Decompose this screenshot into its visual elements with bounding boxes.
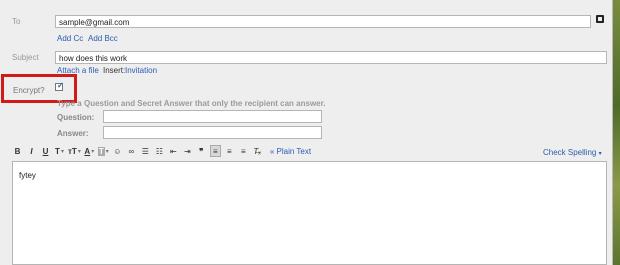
remove-formatting-icon[interactable]: T̶ₓ bbox=[252, 145, 263, 157]
message-body-text: fytey bbox=[19, 171, 36, 180]
encrypt-checkbox[interactable]: ✓ bbox=[55, 81, 64, 91]
encrypt-instruction: Type a Question and Secret Answer that o… bbox=[57, 99, 326, 108]
chevron-down-icon: ▾ bbox=[105, 148, 109, 155]
add-bcc-link[interactable]: Add Bcc bbox=[88, 34, 118, 43]
compose-panel: To sample@gmail.com Add Cc Add Bcc Subje… bbox=[0, 0, 613, 265]
bulleted-list-icon[interactable]: ☷ bbox=[154, 145, 165, 157]
answer-label: Answer: bbox=[57, 129, 89, 138]
emoticon-icon[interactable]: ☺ bbox=[112, 145, 123, 157]
plain-text-link[interactable]: « Plain Text bbox=[270, 147, 311, 156]
quote-icon[interactable]: ❞ bbox=[196, 145, 207, 157]
indent-icon[interactable]: ⇥ bbox=[182, 145, 193, 157]
check-spelling-label: Check Spelling bbox=[543, 148, 597, 157]
align-center-icon[interactable]: ≡ bbox=[224, 145, 235, 157]
to-field[interactable]: sample@gmail.com bbox=[55, 15, 591, 28]
font-size-label: тT bbox=[68, 146, 77, 156]
message-body-editor[interactable]: fytey bbox=[12, 161, 607, 265]
invitation-link[interactable]: Invitation bbox=[125, 66, 157, 75]
bold-button[interactable]: B bbox=[12, 145, 23, 157]
font-button[interactable]: T ▾ bbox=[54, 145, 65, 157]
answer-input[interactable] bbox=[103, 126, 322, 139]
italic-button[interactable]: I bbox=[26, 145, 37, 157]
chevron-down-icon: ▾ bbox=[598, 151, 602, 157]
chevron-down-icon: ▾ bbox=[77, 148, 81, 155]
checkmark-icon: ✓ bbox=[57, 81, 64, 90]
contacts-icon[interactable] bbox=[596, 15, 604, 23]
outdent-icon[interactable]: ⇤ bbox=[168, 145, 179, 157]
font-label: T bbox=[55, 146, 60, 156]
highlight-label: T bbox=[97, 146, 105, 156]
chevron-down-icon: ▾ bbox=[91, 148, 95, 155]
insert-label: Insert: bbox=[103, 66, 126, 75]
text-color-button[interactable]: A ▾ bbox=[84, 145, 95, 157]
chevron-down-icon: ▾ bbox=[60, 148, 64, 155]
align-right-icon[interactable]: ≡ bbox=[238, 145, 249, 157]
align-left-icon[interactable]: ≡ bbox=[209, 145, 221, 157]
font-size-button[interactable]: тT ▾ bbox=[68, 145, 81, 157]
question-input[interactable] bbox=[103, 110, 322, 123]
highlight-color-button[interactable]: T ▾ bbox=[97, 145, 109, 157]
to-label: To bbox=[12, 17, 21, 26]
encrypt-label: Encrypt? bbox=[13, 86, 45, 95]
format-toolbar: B I U T ▾ тT ▾ A ▾ T ▾ ☺ ∞ ☰ ☷ ⇤ ⇥ ❞ ≡ ≡ ≡ T… bbox=[12, 144, 311, 158]
subject-field[interactable]: how does this work bbox=[55, 51, 607, 64]
question-label: Question: bbox=[57, 113, 95, 122]
underline-button[interactable]: U bbox=[40, 145, 51, 157]
subject-label: Subject bbox=[12, 53, 39, 62]
link-icon[interactable]: ∞ bbox=[126, 145, 137, 157]
numbered-list-icon[interactable]: ☰ bbox=[140, 145, 151, 157]
check-spelling-link[interactable]: Check Spelling ▾ bbox=[543, 148, 602, 157]
add-cc-link[interactable]: Add Cc bbox=[57, 34, 83, 43]
text-color-label: A bbox=[84, 146, 91, 156]
